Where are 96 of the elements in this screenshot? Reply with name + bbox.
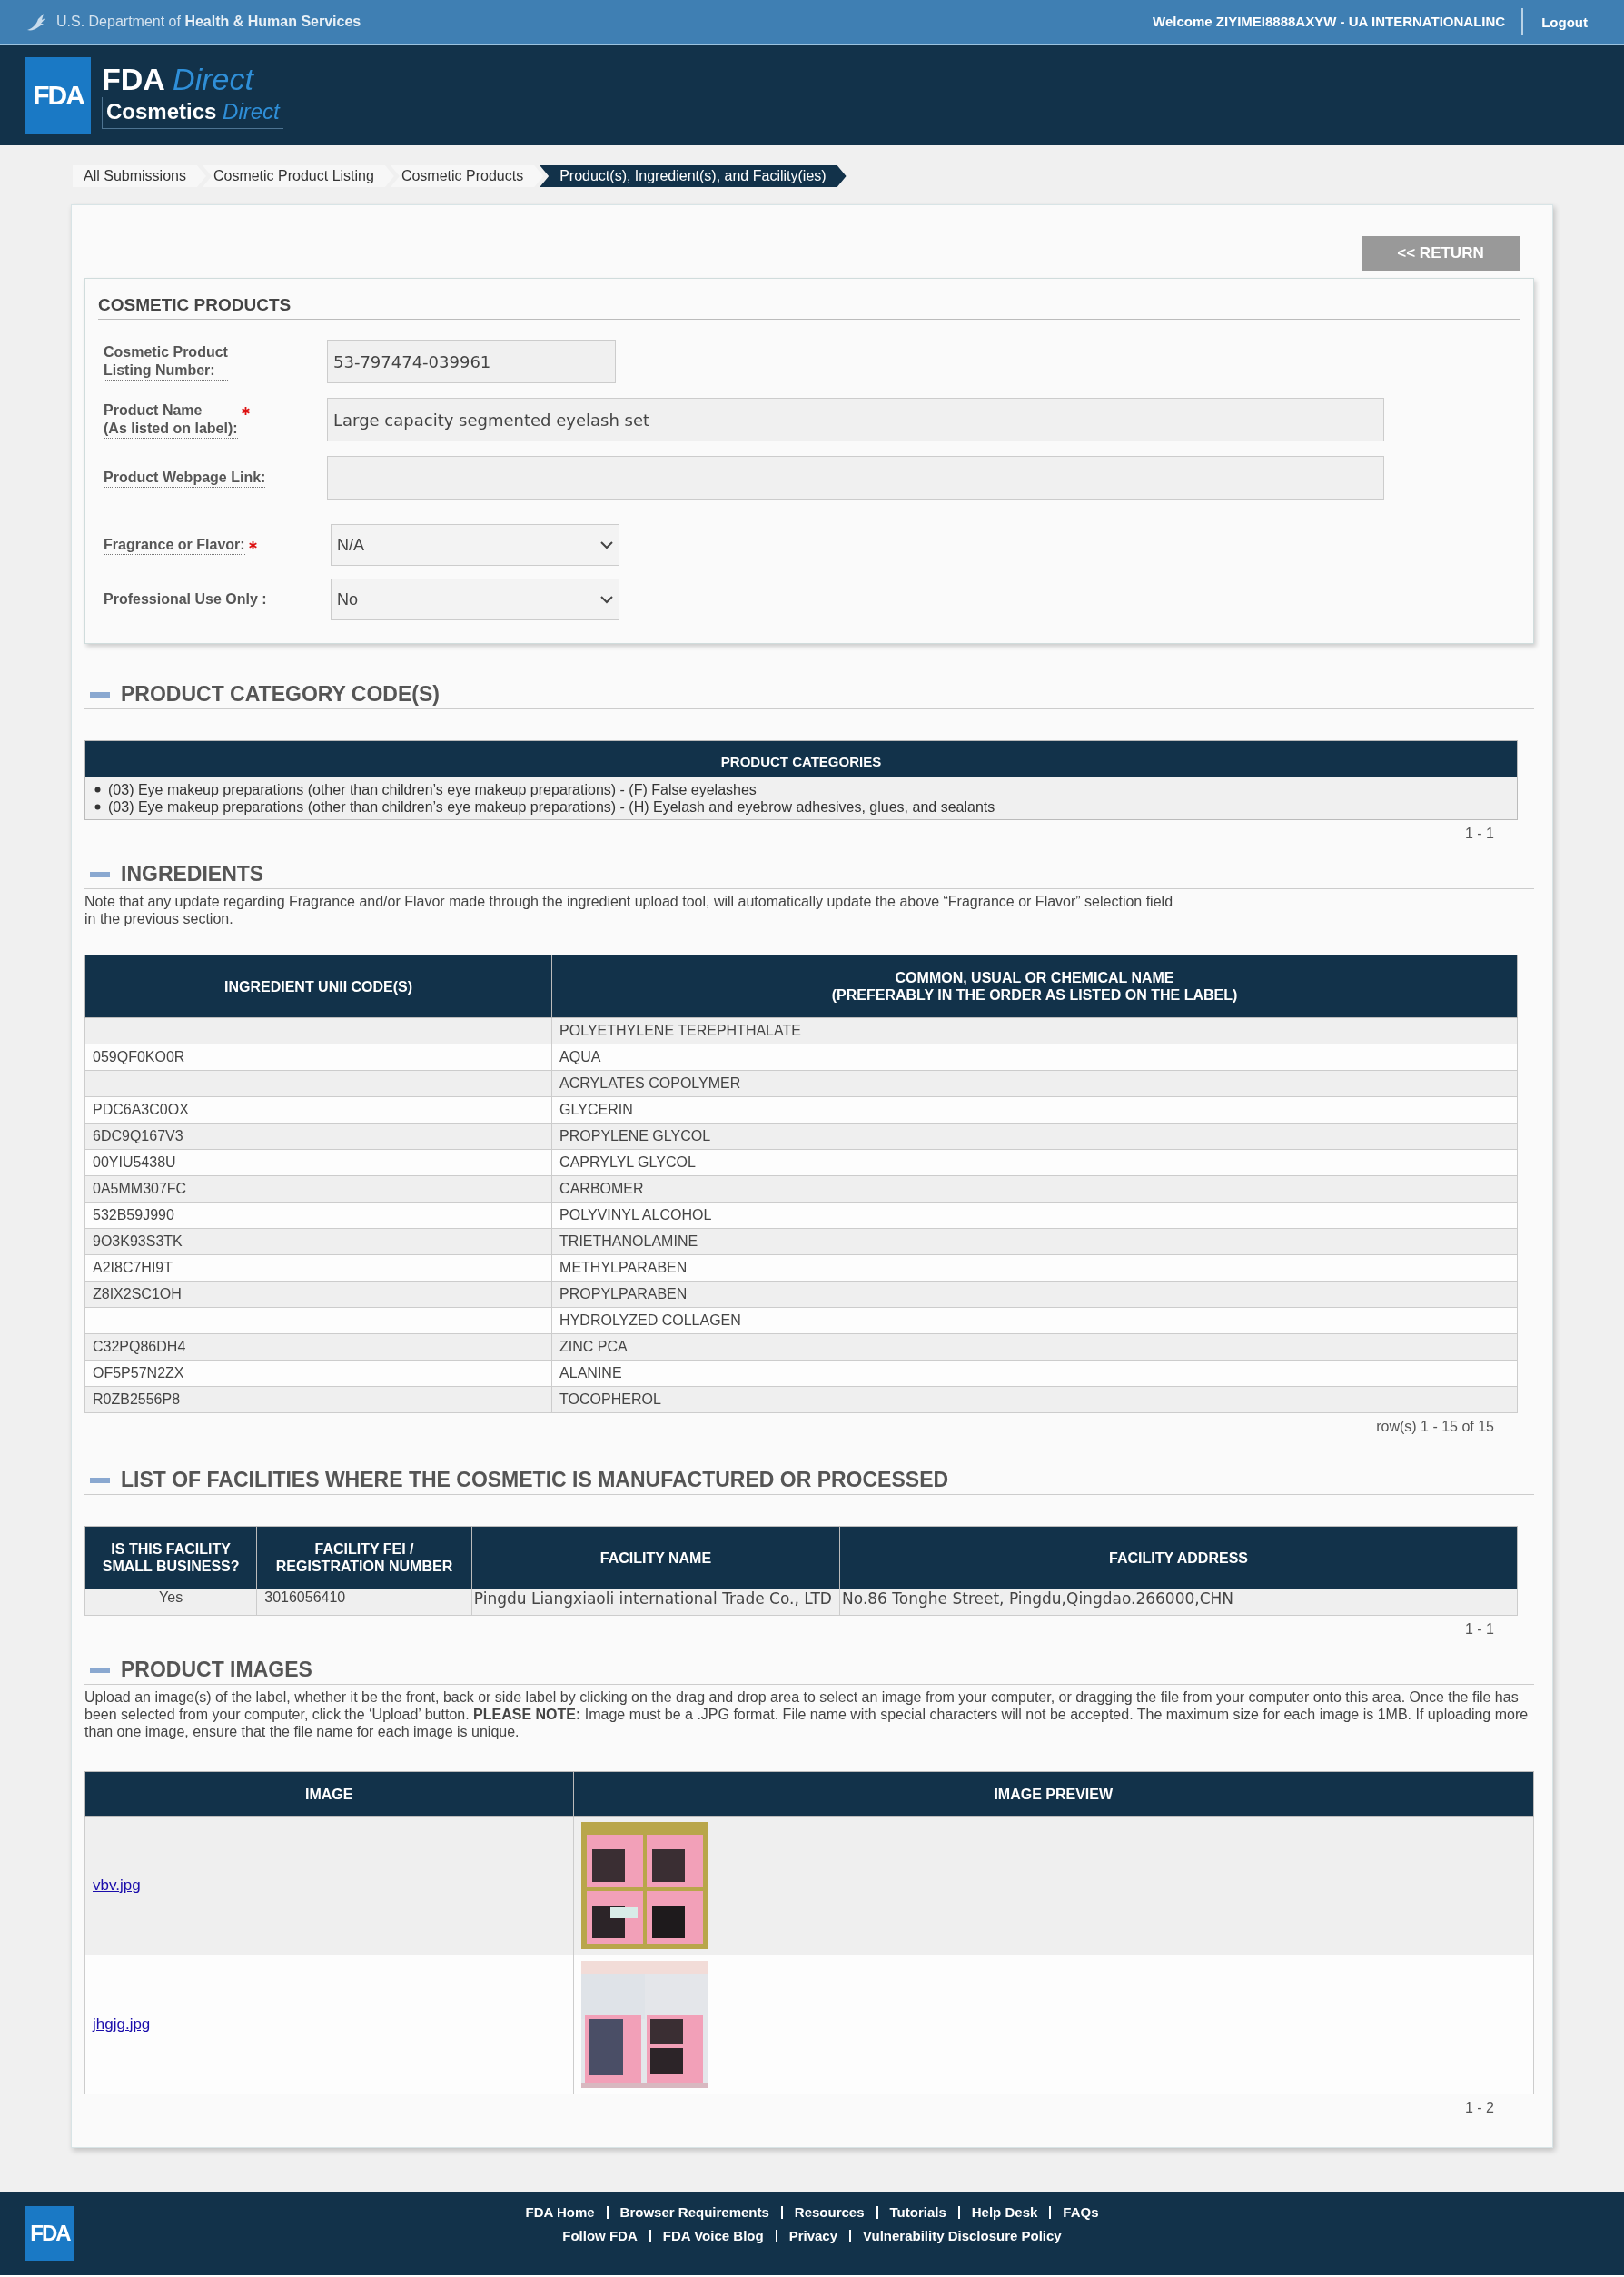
table-cell: GLYCERIN [551,1096,1518,1124]
note-text: Upload an image(s) of the label, whether it be the front, back or side label by clicking on the drag and drop area to select an image from your computer, or dragging the file from your computer onto this area. Once the file has been selected from your computer, click the ‘Upload’ button. PLEASE NOTE: Image must be a .JPG format. File name with special characters will not be accepted. The maximum size for each image is 1MB. If uploading more than one image, ensure that the file name for each image is unique. [84,1688,1530,1740]
table-cell: 532B59J990 [84,1202,552,1229]
text-field[interactable] [327,456,1384,500]
field-label: Professional Use Only : [104,589,267,609]
brand-title: FDA Direct [102,62,255,97]
table-cell: POLYETHYLENE TEREPHTHALATE [551,1017,1518,1044]
bullet-icon [94,787,101,793]
fda-logo[interactable]: FDA [25,57,91,134]
section-title: PRODUCT IMAGES [121,1658,312,1682]
footer-link[interactable]: Help Desk [957,2206,1050,2219]
section-title: INGREDIENTS [121,862,264,886]
footer-link[interactable]: FAQs [1049,2206,1111,2219]
logout-link[interactable]: Logout [1541,14,1588,30]
collapse-icon[interactable] [90,871,110,877]
table-cell: OF5P57N2ZX [84,1360,552,1387]
breadcrumb[interactable]: All Submissions [73,165,206,187]
dropdown[interactable]: N/A [331,524,619,566]
table-cell: A2I8C7HI9T [84,1254,552,1282]
field-label: Fragrance or Flavor: [104,535,245,555]
category-item: (03) Eye makeup preparations (other than children’s eye makeup preparations) - (H) Eyelash and eyebrow adhesives, glues, and sealants [108,798,995,816]
breadcrumb[interactable]: Cosmetic Product Listing [202,165,394,187]
column-header: IMAGE PREVIEW [573,1771,1534,1817]
pager-text: 1 - 1 [1464,825,1495,842]
table-header: PRODUCT CATEGORIES [85,741,1517,777]
table-cell: CARBOMER [551,1175,1518,1203]
footer-link[interactable]: Privacy [775,2230,849,2242]
footer-link[interactable]: Tutorials [876,2206,958,2219]
chevron-down-icon [600,540,613,549]
table-cell: PROPYLPARABEN [551,1281,1518,1308]
footer-link[interactable]: FDA Home [513,2206,607,2219]
breadcrumb[interactable]: Cosmetic Products [390,165,544,187]
table-cell: TRIETHANOLAMINE [551,1228,1518,1255]
column-header: FACILITY FEI / REGISTRATION NUMBER [256,1526,472,1589]
table-cell: No.86 Tonghe Street, Pingdu,Qingdao.266000,CHN [839,1589,1518,1616]
table-cell: HYDROLYZED COLLAGEN [551,1307,1518,1334]
table-cell: C32PQ86DH4 [84,1333,552,1361]
collapse-icon[interactable] [90,691,110,698]
table-cell: ZINC PCA [551,1333,1518,1361]
table-cell: PROPYLENE GLYCOL [551,1123,1518,1150]
footer-link[interactable]: Resources [780,2206,876,2219]
field-label: Product Webpage Link: [104,468,266,488]
table-cell: METHYLPARABEN [551,1254,1518,1282]
table-cell: 0A5MM307FC [84,1175,552,1203]
section-title: LIST OF FACILITIES WHERE THE COSMETIC IS MANUFACTURED OR PROCESSED [121,1468,949,1492]
table-cell: Pingdu Liangxiaoli international Trade Co., LTD [471,1589,840,1616]
file-link[interactable]: jhgjg.jpg [93,2015,151,2033]
welcome-text: Welcome ZIYIMEI8888AXYW - UA INTERNATIONALINC [1153,8,1524,35]
table-cell: Yes [84,1589,257,1616]
footer-link[interactable]: Browser Requirements [606,2206,781,2219]
column-header: IS THIS FACILITY SMALL BUSINESS? [84,1526,257,1589]
footer-link[interactable]: Follow FDA [550,2230,649,2242]
section-title: PRODUCT CATEGORY CODE(S) [121,682,440,707]
table-cell: 059QF0KO0R [84,1044,552,1071]
table-cell: TOCOPHEROL [551,1386,1518,1413]
footer-link[interactable]: Vulnerability Disclosure Policy [849,2230,1074,2242]
chevron-down-icon [600,595,613,604]
table-cell: PDC6A3C0OX [84,1096,552,1124]
table-cell: CAPRYLYL GLYCOL [551,1149,1518,1176]
breadcrumb[interactable]: Product(s), Ingredient(s), and Facility(ies) [540,165,847,187]
pager-text: row(s) 1 - 15 of 15 [1375,1418,1495,1435]
collapse-icon[interactable] [90,1477,110,1483]
column-header: FACILITY ADDRESS [839,1526,1518,1589]
table-cell: 6DC9Q167V3 [84,1123,552,1150]
table-cell: 9O3K93S3TK [84,1228,552,1255]
field-label: Cosmetic Product Listing Number: [104,342,228,381]
note-text: Note that any update regarding Fragrance and/or Flavor made through the ingredient upload tool, will automatically update the above “Fragrance or Flavor” selection field in the previous section. [84,893,1174,927]
collapse-icon[interactable] [90,1667,110,1673]
bullet-icon [94,804,101,810]
text-field[interactable]: 53-797474-039961 [327,340,616,383]
field-label: Product Name (As listed on label): [104,401,238,439]
table-cell: ALANINE [551,1360,1518,1387]
pager-text: 1 - 2 [1464,2099,1495,2116]
required-icon [241,406,250,415]
footer-link[interactable]: FDA Voice Blog [649,2230,776,2242]
required-icon [248,540,257,549]
agency-name: U.S. Department of Health & Human Services [56,14,361,30]
column-header: IMAGE [84,1771,573,1817]
table-cell: AQUA [551,1044,1518,1071]
column-header: COMMON, USUAL OR CHEMICAL NAME (PREFERABLY IN THE ORDER AS LISTED ON THE LABEL) [551,955,1518,1018]
table-cell: 00YIU5438U [84,1149,552,1176]
brand-subtitle: Cosmetics Direct [102,97,283,129]
panel-title: COSMETIC PRODUCTS [98,295,1520,320]
pager-text: 1 - 1 [1464,1620,1495,1638]
column-header: INGREDIENT UNII CODE(S) [84,955,552,1018]
fda-logo[interactable]: FDA [25,2206,74,2261]
table-cell: ACRYLATES COPOLYMER [551,1070,1518,1097]
table-cell: POLYVINYL ALCOHOL [551,1202,1518,1229]
table-cell: Z8IX2SC1OH [84,1281,552,1308]
table-cell: R0ZB2556P8 [84,1386,552,1413]
dropdown[interactable]: No [331,579,619,620]
text-field[interactable]: Large capacity segmented eyelash set [327,398,1384,441]
category-item: (03) Eye makeup preparations (other than children’s eye makeup preparations) - (F) False eyelashes [108,781,757,798]
table-cell: 3016056410 [256,1589,472,1616]
column-header: FACILITY NAME [471,1526,840,1589]
file-link[interactable]: vbv.jpg [93,1876,141,1894]
